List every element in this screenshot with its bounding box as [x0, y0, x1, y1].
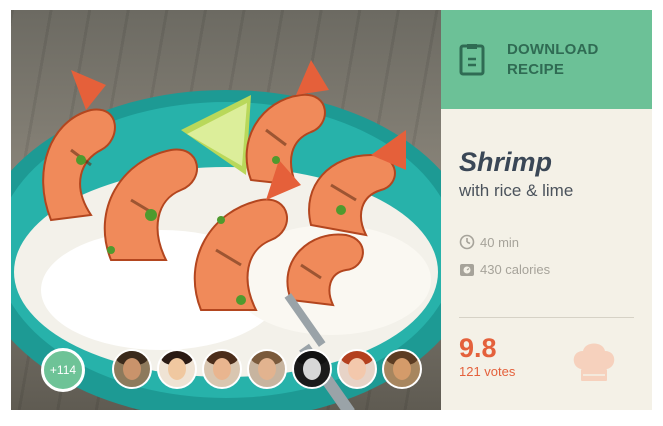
- calories-value: 430 calories: [480, 262, 551, 277]
- avatar[interactable]: [382, 349, 422, 389]
- avatar[interactable]: [202, 349, 242, 389]
- chef-hat-icon[interactable]: [569, 337, 619, 387]
- more-cooks-badge[interactable]: +114: [41, 348, 95, 392]
- document-icon: [459, 44, 485, 76]
- avatar[interactable]: [157, 349, 197, 389]
- avatar[interactable]: [247, 349, 287, 389]
- recipe-subtitle: with rice & lime: [459, 181, 574, 200]
- recipe-info-panel: Shrimp with rice & lime 40 min 430 calor…: [441, 109, 652, 410]
- download-label: DOWNLOAD RECIPE: [507, 41, 599, 78]
- avatar[interactable]: [292, 349, 332, 389]
- divider: [459, 317, 634, 318]
- avatar[interactable]: [337, 349, 377, 389]
- download-recipe-button[interactable]: DOWNLOAD RECIPE: [441, 10, 652, 109]
- clock-icon: [459, 234, 475, 250]
- recipe-title: Shrimp: [459, 147, 553, 177]
- cook-time-value: 40 min: [480, 235, 520, 250]
- rating-votes: 121 votes: [459, 364, 516, 379]
- scale-icon: [460, 264, 474, 276]
- community-avatars: +114: [41, 348, 441, 392]
- rating-score: 9.8: [459, 333, 497, 363]
- recipe-card: +114 DOWNLOAD RECIPE Shrimp with rice & …: [11, 10, 652, 410]
- avatar[interactable]: [112, 349, 152, 389]
- more-cooks-count: +114: [41, 348, 85, 392]
- recipe-photo: +114: [11, 10, 441, 410]
